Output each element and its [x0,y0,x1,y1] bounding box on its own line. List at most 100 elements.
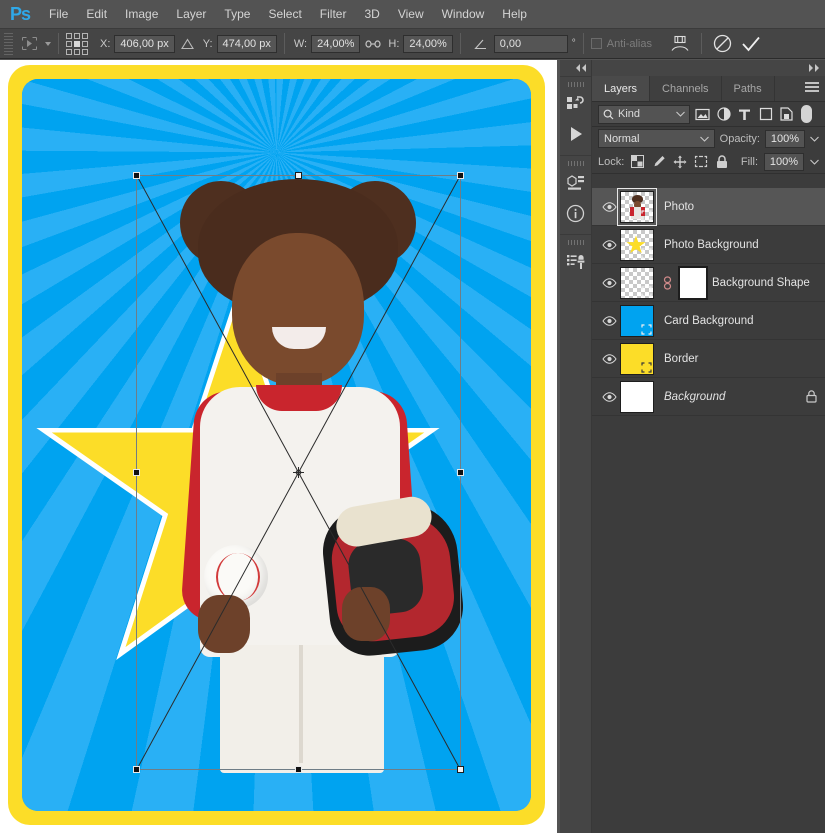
blend-mode-select[interactable]: Normal [598,129,715,148]
layer-thumbnail-wrap[interactable] [620,228,654,261]
transform-handle-middle-left[interactable] [133,468,140,476]
document-canvas[interactable] [0,60,557,833]
table-row[interactable]: Photo Background [592,226,825,264]
menu-item-image[interactable]: Image [116,0,167,28]
reference-point-grid[interactable] [66,32,88,55]
tab-layers[interactable]: Layers [592,76,651,101]
filter-enable-toggle[interactable] [801,105,812,123]
menu-item-view[interactable]: View [389,0,433,28]
clone-source-icon[interactable] [560,247,591,277]
layer-visibility-toggle[interactable] [598,239,620,250]
rail-grip-2[interactable] [567,161,584,166]
layer-thumbnail-wrap[interactable] [620,380,654,413]
transform-handle-top-right[interactable] [457,172,464,179]
ref-t[interactable] [74,32,80,39]
ref-tr[interactable] [82,32,88,39]
properties-3d-icon[interactable] [560,168,591,198]
ref-l[interactable] [66,40,72,47]
tab-paths[interactable]: Paths [722,76,775,101]
expand-panels-icon[interactable] [808,64,821,72]
anti-alias-checkbox[interactable] [590,38,602,49]
table-row[interactable]: Card Background [592,302,825,340]
layer-name[interactable]: Background Shape [712,277,810,289]
transform-bounding-box[interactable] [133,172,464,773]
layer-name[interactable]: Border [664,353,699,365]
lock-image-icon[interactable] [651,154,666,169]
play-icon[interactable] [560,119,591,149]
width-input[interactable]: 24,00% [311,34,361,53]
layer-thumbnail-wrap[interactable] [617,187,657,226]
ref-c[interactable] [74,40,80,47]
layer-name[interactable]: Photo [664,201,694,213]
ref-tl[interactable] [66,32,72,39]
menu-item-type[interactable]: Type [215,0,259,28]
link-chain-icon[interactable] [360,33,386,55]
layer-visibility-toggle[interactable] [598,277,620,288]
table-row[interactable]: Photo [592,187,825,226]
ref-b[interactable] [74,48,80,55]
layer-name[interactable]: Card Background [664,315,754,327]
opacity-chevron-icon[interactable] [810,133,819,145]
tab-channels[interactable]: Channels [650,76,722,101]
lock-all-icon[interactable] [714,154,729,169]
filter-adjustment-icon[interactable] [715,106,732,123]
layer-list[interactable]: Photo Photo Background Background Shape … [592,187,825,833]
lock-position-icon[interactable] [672,154,687,169]
rail-grip-1[interactable] [567,82,584,87]
lock-artboard-icon[interactable] [693,154,708,169]
filter-kind-select[interactable]: Kind [598,104,690,124]
history-icon[interactable] [560,89,591,119]
menu-item-window[interactable]: Window [433,0,494,28]
x-input[interactable]: 406,00 px [114,34,175,53]
rail-grip-3[interactable] [567,240,584,245]
opacity-input[interactable]: 100% [765,129,805,148]
layer-visibility-toggle[interactable] [598,391,620,402]
rail-collapse-row[interactable] [560,60,591,76]
layer-visibility-toggle[interactable] [598,353,620,364]
ref-br[interactable] [82,48,88,55]
transform-handle-bottom-left[interactable] [133,766,140,773]
cancel-transform-icon[interactable] [709,32,737,56]
panel-menu-icon[interactable] [805,82,819,94]
transform-handle-top-left[interactable] [133,172,140,179]
menu-item-3d[interactable]: 3D [355,0,388,28]
anti-alias-option[interactable]: Anti-alias [590,38,652,50]
options-bar-grip[interactable] [4,32,13,55]
table-row[interactable]: Background [592,378,825,416]
height-input[interactable]: 24,00% [403,34,453,53]
layer-thumbnail-wrap[interactable] [620,304,654,337]
transform-reference-point[interactable] [293,467,304,478]
filter-type-icon[interactable] [736,106,753,123]
commit-transform-icon[interactable] [737,32,765,56]
ref-bl[interactable] [66,48,72,55]
angle-input[interactable]: 0,00 [493,34,568,53]
mask-link-icon[interactable] [662,275,672,290]
layer-thumbnail-wrap[interactable] [620,266,654,299]
layer-mask-thumbnail[interactable] [678,265,708,300]
menu-item-edit[interactable]: Edit [77,0,116,28]
transform-handle-bottom-center[interactable] [294,766,302,773]
move-tool-preset-chevron-icon[interactable] [45,41,51,46]
panel-expand-row[interactable] [592,60,825,76]
menu-item-file[interactable]: File [40,0,77,28]
transform-handle-middle-right[interactable] [457,468,464,476]
table-row[interactable]: Background Shape [592,264,825,302]
layer-name[interactable]: Photo Background [664,239,759,251]
filter-pixel-icon[interactable] [694,106,711,123]
chevron-down-icon[interactable] [676,108,685,120]
y-input[interactable]: 474,00 px [216,34,277,53]
info-icon[interactable] [560,198,591,228]
triangle-delta-icon[interactable] [175,33,201,55]
blend-mode-chevron-icon[interactable] [699,133,709,145]
filter-shape-icon[interactable] [757,106,774,123]
collapse-panels-icon[interactable] [575,64,588,72]
menu-item-select[interactable]: Select [259,0,310,28]
table-row[interactable]: Border [592,340,825,378]
menu-item-filter[interactable]: Filter [311,0,356,28]
layer-thumbnail-wrap[interactable] [620,342,654,375]
layer-visibility-toggle[interactable] [598,315,620,326]
warp-toggle-icon[interactable] [666,32,694,56]
fill-input[interactable]: 100% [764,152,804,171]
lock-transparency-icon[interactable] [630,154,645,169]
move-tool-icon[interactable] [16,33,42,55]
